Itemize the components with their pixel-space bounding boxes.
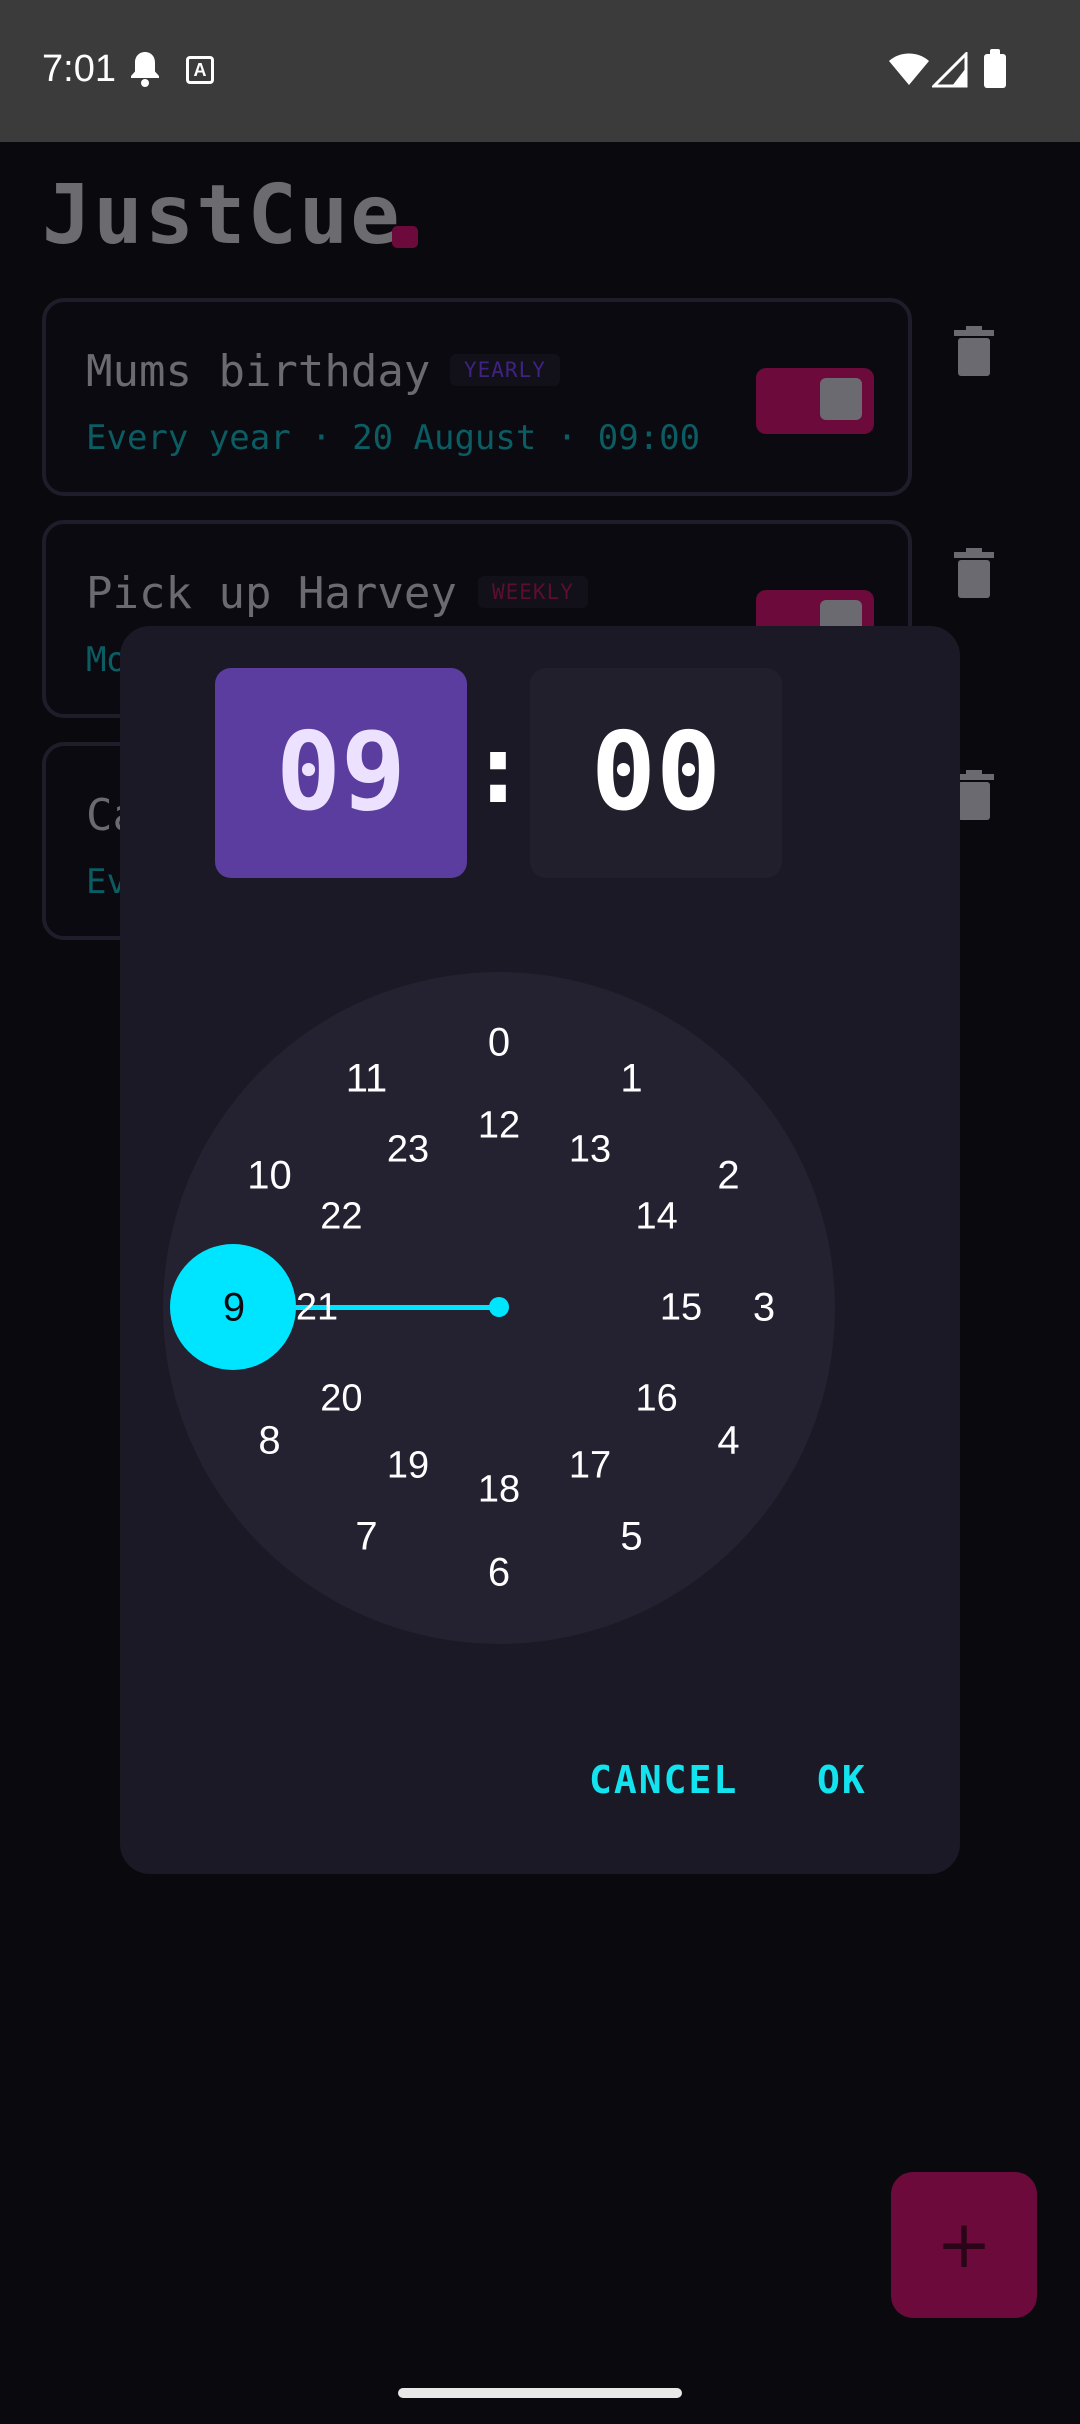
clock-number[interactable]: 22 — [320, 1196, 362, 1239]
clock-number[interactable]: 14 — [635, 1196, 677, 1239]
status-bar: 7:01 A — [0, 0, 1080, 142]
clock-center-dot — [489, 1297, 509, 1317]
clock-number[interactable]: 10 — [247, 1153, 292, 1198]
clock-number[interactable]: 11 — [346, 1056, 388, 1101]
clock-number[interactable]: 6 — [488, 1551, 510, 1596]
clock-number[interactable]: 23 — [387, 1129, 429, 1172]
frequency-badge: YEARLY — [450, 354, 560, 386]
minute-display[interactable]: 00 — [530, 668, 782, 878]
clock-number[interactable]: 17 — [569, 1444, 611, 1487]
cancel-button[interactable]: CANCEL — [589, 1758, 738, 1802]
status-time: 7:01 — [42, 48, 116, 90]
clock-number[interactable]: 15 — [660, 1287, 702, 1330]
clock-number[interactable]: 5 — [620, 1515, 642, 1560]
hour-display[interactable]: 09 — [215, 668, 467, 878]
reminder-title: Pick up Harvey — [86, 568, 457, 619]
clock-number[interactable]: 4 — [717, 1418, 739, 1463]
text-a-icon: A — [186, 56, 214, 84]
clock-number[interactable]: 2 — [717, 1153, 739, 1198]
clock-number[interactable]: 13 — [569, 1129, 611, 1172]
battery-icon — [984, 49, 1006, 88]
trash-icon[interactable] — [954, 326, 994, 376]
toggle-knob — [820, 378, 862, 420]
add-reminder-button[interactable]: + — [891, 2172, 1037, 2318]
clock-number[interactable]: 12 — [478, 1105, 520, 1148]
reminder-toggle[interactable] — [756, 368, 874, 434]
clock-number[interactable]: 20 — [320, 1378, 362, 1421]
ok-button[interactable]: OK — [817, 1758, 867, 1802]
reminder-schedule: Every year · 20 August · 09:00 — [86, 418, 701, 458]
clock-number[interactable]: 3 — [753, 1286, 775, 1331]
wifi-icon — [889, 53, 929, 85]
bell-icon — [131, 52, 159, 87]
clock-dial[interactable]: 0 1 2 3 4 5 6 7 8 9 10 11 12 13 14 15 16 17 18 19 20 21 22 23 — [163, 972, 835, 1644]
clock-number[interactable]: 0 — [488, 1021, 510, 1066]
title-accent-dot — [392, 226, 418, 248]
clock-number[interactable]: 16 — [635, 1378, 677, 1421]
frequency-badge: WEEKLY — [478, 576, 588, 608]
app-title: JustCue — [42, 168, 402, 263]
reminder-card[interactable]: Mums birthday YEARLY Every year · 20 Aug… — [42, 298, 912, 496]
clock-number[interactable]: 18 — [478, 1469, 520, 1512]
trash-icon[interactable] — [954, 770, 994, 820]
clock-number[interactable]: 1 — [620, 1056, 642, 1101]
signal-icon — [932, 52, 968, 88]
clock-number[interactable]: 8 — [258, 1418, 280, 1463]
reminder-title: Mums birthday — [86, 346, 431, 397]
clock-number[interactable]: 7 — [355, 1515, 377, 1560]
time-picker-dialog: 09 : 00 0 1 2 3 4 5 6 7 8 9 10 11 12 13 14 15 16 17 18 19 20… — [120, 626, 960, 1874]
clock-number[interactable]: 21 — [296, 1287, 338, 1330]
clock-number[interactable]: 9 — [223, 1286, 245, 1331]
gesture-nav-handle[interactable] — [398, 2388, 682, 2398]
trash-icon[interactable] — [954, 548, 994, 598]
time-separator: : — [469, 713, 527, 825]
clock-number[interactable]: 19 — [387, 1444, 429, 1487]
